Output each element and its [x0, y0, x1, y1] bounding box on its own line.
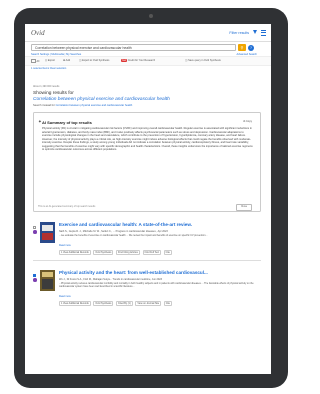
- ai-summary-body: Physical activity (PA) is crucial in mit…: [42, 127, 253, 152]
- full-text-button[interactable]: Ovid Full Text: [142, 250, 161, 255]
- ai-summary-footer: This is an AI-generated summary of top s…: [38, 205, 96, 208]
- camera-dot: [149, 14, 153, 18]
- app-screen: Ovid Filter results Correlation between …: [25, 24, 271, 374]
- read-more-link[interactable]: Read more: [59, 295, 71, 298]
- close-summary-button[interactable]: Close: [236, 204, 252, 211]
- expand-icon[interactable]: [33, 230, 37, 234]
- citing-articles-button[interactable]: Find Citing Articles: [116, 250, 140, 255]
- result-actions: 1 View Additional Records Ovid Synthesis…: [59, 250, 174, 255]
- showing-results-query: Correlation between physical exercise an…: [33, 97, 170, 102]
- additional-records-button[interactable]: 1 View Additional Records: [59, 301, 91, 306]
- additional-records-button[interactable]: 1 View Additional Records: [59, 250, 91, 255]
- result-checkbox[interactable]: [33, 226, 36, 229]
- result-actions: 1 View Additional Records Ovid Synthesis…: [59, 301, 174, 306]
- journal-thumbnail: [40, 270, 55, 291]
- result-authors: Wu J., Di Fusco S.A., Fish M., Mahajan S…: [59, 278, 163, 281]
- result-abstract: ...we evaluate the benefits of exercise …: [59, 234, 208, 237]
- search-instead: Search instead for Correlation between p…: [33, 104, 133, 107]
- read-more-link[interactable]: Read more: [59, 244, 71, 247]
- cited-by-button[interactable]: Cited By (1): [116, 301, 133, 306]
- ovid-synthesis-button[interactable]: Ovid Synthesis: [93, 250, 114, 255]
- journal-thumbnail: [40, 222, 55, 243]
- result-authors: Nath S., Gupta R. J., Mitchelle M. W., S…: [59, 230, 168, 233]
- result-title-link[interactable]: Physical activity and the heart: from we…: [59, 270, 259, 275]
- result-title-link[interactable]: Exercise and cardiovascular health: A st…: [59, 222, 259, 227]
- results-count: About 1,190 000 results: [33, 85, 60, 88]
- ai-summary-title: AI Summary of top results: [42, 120, 92, 125]
- ai-summary-card: ✦ AI Summary of top results ⧉ Copy Physi…: [33, 112, 261, 212]
- expand-icon[interactable]: [33, 278, 37, 282]
- cite-button[interactable]: Cite: [163, 301, 173, 306]
- result-abstract: ...Physical activity reduces cardiovascu…: [59, 282, 254, 289]
- journal-site-button[interactable]: View on Journal Site: [135, 301, 162, 306]
- copy-button[interactable]: ⧉ Copy: [243, 120, 252, 123]
- result-checkbox-checked[interactable]: [33, 274, 36, 277]
- showing-results-heading: Showing results for: [33, 91, 74, 96]
- search-instead-link[interactable]: Correlation between physical exercise an…: [56, 104, 133, 107]
- result-divider: [33, 260, 261, 261]
- result-item: Physical activity and the heart: from we…: [33, 270, 265, 330]
- ovid-synthesis-button[interactable]: Ovid Synthesis: [93, 301, 114, 306]
- cite-button[interactable]: Cite: [163, 250, 172, 255]
